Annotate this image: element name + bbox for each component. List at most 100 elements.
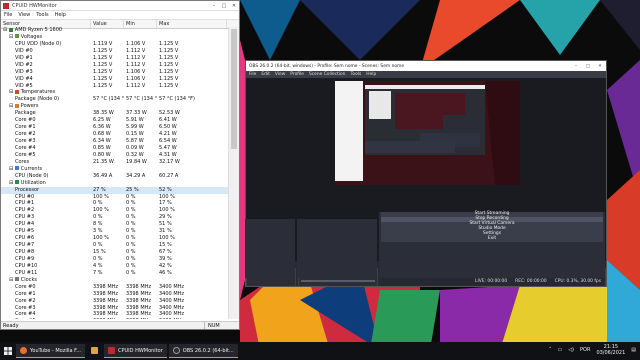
sensor-max: 1.125 V [159, 75, 179, 82]
volume-icon[interactable]: ◁) [568, 347, 574, 353]
sensor-row[interactable]: CPU #3 0 % 0 % 29 % [1, 214, 229, 221]
sensor-row[interactable]: CPU #6 100 % 0 % 100 % [1, 235, 229, 242]
sensor-max: 1.125 V [159, 40, 179, 47]
sensor-row[interactable]: Core #1 6.36 W 5.99 W 6.50 W [1, 124, 229, 131]
sensor-row[interactable]: CPU #5 3 % 0 % 31 % [1, 228, 229, 235]
vertical-scrollbar[interactable] [228, 27, 239, 319]
sensor-max: 3400 MHz [157, 318, 227, 319]
task-hwmonitor[interactable]: CPUID HWMonitor [103, 344, 167, 358]
sensor-row[interactable]: VID #4 1.125 V 1.106 V 1.125 V [1, 76, 229, 83]
obs-menu-file[interactable]: File [249, 72, 256, 77]
close-icon[interactable]: ✕ [229, 3, 239, 9]
sensor-max: 32.17 W [159, 158, 180, 165]
sensor-row[interactable]: CPU #2 100 % 0 % 100 % [1, 207, 229, 214]
sensor-row[interactable]: VID #3 1.125 V 1.106 V 1.125 V [1, 69, 229, 76]
sensor-value: 3398 MHz [93, 311, 119, 318]
sensor-label: VID #5 [15, 82, 33, 89]
volume-slider[interactable] [301, 280, 375, 282]
sensor-row[interactable]: CPU #4 8 % 0 % 51 % [1, 221, 229, 228]
sensor-name: CPU #1 [1, 200, 91, 207]
minimize-icon[interactable]: – [209, 3, 219, 9]
close-icon[interactable]: ✕ [594, 64, 606, 69]
sensor-row[interactable]: Core #3 3398 MHz 3398 MHz 3400 MHz [1, 305, 229, 312]
sensor-row[interactable]: Processor 27 % 25 % 52 % [1, 186, 229, 194]
obs-menu-tools[interactable]: Tools [350, 72, 361, 77]
sensor-max: 3400 MHz [159, 290, 185, 297]
temp-icon [14, 89, 19, 94]
sensor-row[interactable]: VID #2 1.125 V 1.112 V 1.125 V [1, 62, 229, 69]
sensor-group-row[interactable]: ⊟ Powers [1, 103, 229, 110]
sensor-row[interactable]: Package 38.35 W 37.33 W 52.53 W [1, 110, 229, 117]
sensor-tree[interactable]: ⊟ AMD Ryzen 5 1600 ⊟ Voltages CPU VDD (Nod… [1, 27, 229, 319]
sensor-min: 3398 MHz [126, 290, 152, 297]
sensor-row[interactable]: CPU #8 15 % 0 % 67 % [1, 249, 229, 256]
maximize-icon[interactable]: □ [219, 3, 229, 9]
obs-menu-edit[interactable]: Edit [261, 72, 270, 77]
sensor-row[interactable]: CPU #1 0 % 0 % 17 % [1, 200, 229, 207]
sensor-row[interactable]: CPU #9 0 % 0 % 39 % [1, 256, 229, 263]
sensor-row[interactable]: CPU #7 0 % 0 % 15 % [1, 242, 229, 249]
sensor-name: CPU #6 [1, 235, 91, 242]
sensor-row[interactable]: Core #2 3398 MHz 3398 MHz 3400 MHz [1, 298, 229, 305]
sensor-row[interactable]: Core #3 6.34 W 5.87 W 6.54 W [1, 138, 229, 145]
obs-menu-view[interactable]: View [275, 72, 285, 77]
sensor-value: 0 % [93, 255, 103, 262]
sensor-row[interactable]: Cores 21.35 W 19.84 W 32.17 W [1, 159, 229, 166]
maximize-icon[interactable]: □ [582, 64, 594, 69]
sensor-row[interactable]: VID #0 1.125 V 1.112 V 1.125 V [1, 48, 229, 55]
network-icon[interactable]: ▭ [557, 347, 562, 353]
sensor-row[interactable]: CPU VDD (Node 0) 1.119 V 1.106 V 1.125 V [1, 41, 229, 48]
sensor-label: Cores [15, 158, 30, 165]
sensor-group-row[interactable]: ⊟ Currents [1, 166, 229, 173]
clock[interactable]: 21:15 03/06/2021 [596, 344, 625, 356]
obs-menu-help[interactable]: Help [366, 72, 376, 77]
sensor-row[interactable]: Core #2 0.68 W 0.15 W 4.21 W [1, 131, 229, 138]
sensor-group-row[interactable]: ⊟ Clocks [1, 277, 229, 284]
sensor-group-row[interactable]: ⊟ Voltages [1, 34, 229, 41]
sensor-row[interactable]: VID #5 1.125 V 1.112 V 1.125 V [1, 83, 229, 90]
sensor-row[interactable]: CPU #10 4 % 0 % 42 % [1, 263, 229, 270]
sensor-group-row[interactable]: ⊟ Temperatures [1, 89, 229, 96]
sensor-max: 100 % [159, 193, 175, 200]
obs-menu-scene-collection[interactable]: Scene Collection [309, 72, 346, 77]
sensor-row[interactable]: CPU #0 100 % 0 % 100 % [1, 194, 229, 201]
task-explorer[interactable] [87, 344, 102, 358]
obs-menu-profile[interactable]: Profile [290, 72, 304, 77]
mixer-area [297, 219, 377, 278]
sensor-group-row[interactable]: ⊟ AMD Ryzen 5 1600 [1, 27, 229, 34]
sensor-row[interactable]: VID #1 1.125 V 1.112 V 1.125 V [1, 55, 229, 62]
sensor-max: 17 % [159, 200, 172, 207]
minimize-icon[interactable]: – [570, 64, 582, 69]
sources-list-area[interactable] [245, 219, 295, 278]
language-indicator[interactable]: POR [580, 347, 590, 353]
tray-chevron-icon[interactable]: ˄ [549, 347, 552, 353]
exit-button[interactable]: Exit [381, 237, 603, 242]
task-obs[interactable]: OBS 26.0.2 (64-bit... [168, 344, 238, 358]
sensor-max: 6.41 W [159, 117, 177, 124]
sensor-row[interactable]: Core #53398 MHz3398 MHz3400 MHz [1, 318, 229, 319]
sensor-value: 7 % [93, 269, 103, 276]
sensor-row[interactable]: Core #4 3398 MHz 3398 MHz 3400 MHz [1, 311, 229, 318]
sensor-row[interactable]: Package (Node 0)57 °C (134 °F)57 °C (134… [1, 96, 229, 103]
notifications-icon[interactable]: ▤ [631, 347, 636, 353]
clock-icon [14, 277, 19, 282]
sensor-row[interactable]: Core #1 3398 MHz 3398 MHz 3400 MHz [1, 291, 229, 298]
scrollbar-thumb[interactable] [231, 29, 237, 149]
sensor-row[interactable]: Core #0 3398 MHz 3398 MHz 3400 MHz [1, 284, 229, 291]
sensor-name: Core #1 [1, 291, 91, 298]
sensor-row[interactable]: Core #0 6.25 W 5.91 W 6.41 W [1, 117, 229, 124]
task-firefox[interactable]: YouTube - Mozilla F... [16, 344, 85, 358]
start-button[interactable] [0, 344, 16, 358]
obs-preview-canvas[interactable] [335, 81, 520, 185]
sensor-row[interactable]: Core #5 0.80 W 0.32 W 4.31 W [1, 152, 229, 159]
sensor-row[interactable]: CPU (Node 0) 36.49 A 34.29 A 60.27 A [1, 173, 229, 180]
menu-file[interactable]: File [4, 12, 12, 18]
sensor-min: 1.106 V [126, 40, 146, 47]
menu-tools[interactable]: Tools [36, 12, 48, 18]
sensor-group-row[interactable]: ⊟ Utilization [1, 180, 229, 187]
sensor-label: VID #1 [15, 54, 33, 61]
menu-view[interactable]: View [18, 12, 30, 18]
sensor-row[interactable]: Core #4 0.85 W 0.09 W 5.47 W [1, 145, 229, 152]
menu-help[interactable]: Help [55, 12, 66, 18]
sensor-row[interactable]: CPU #11 7 % 0 % 46 % [1, 270, 229, 277]
